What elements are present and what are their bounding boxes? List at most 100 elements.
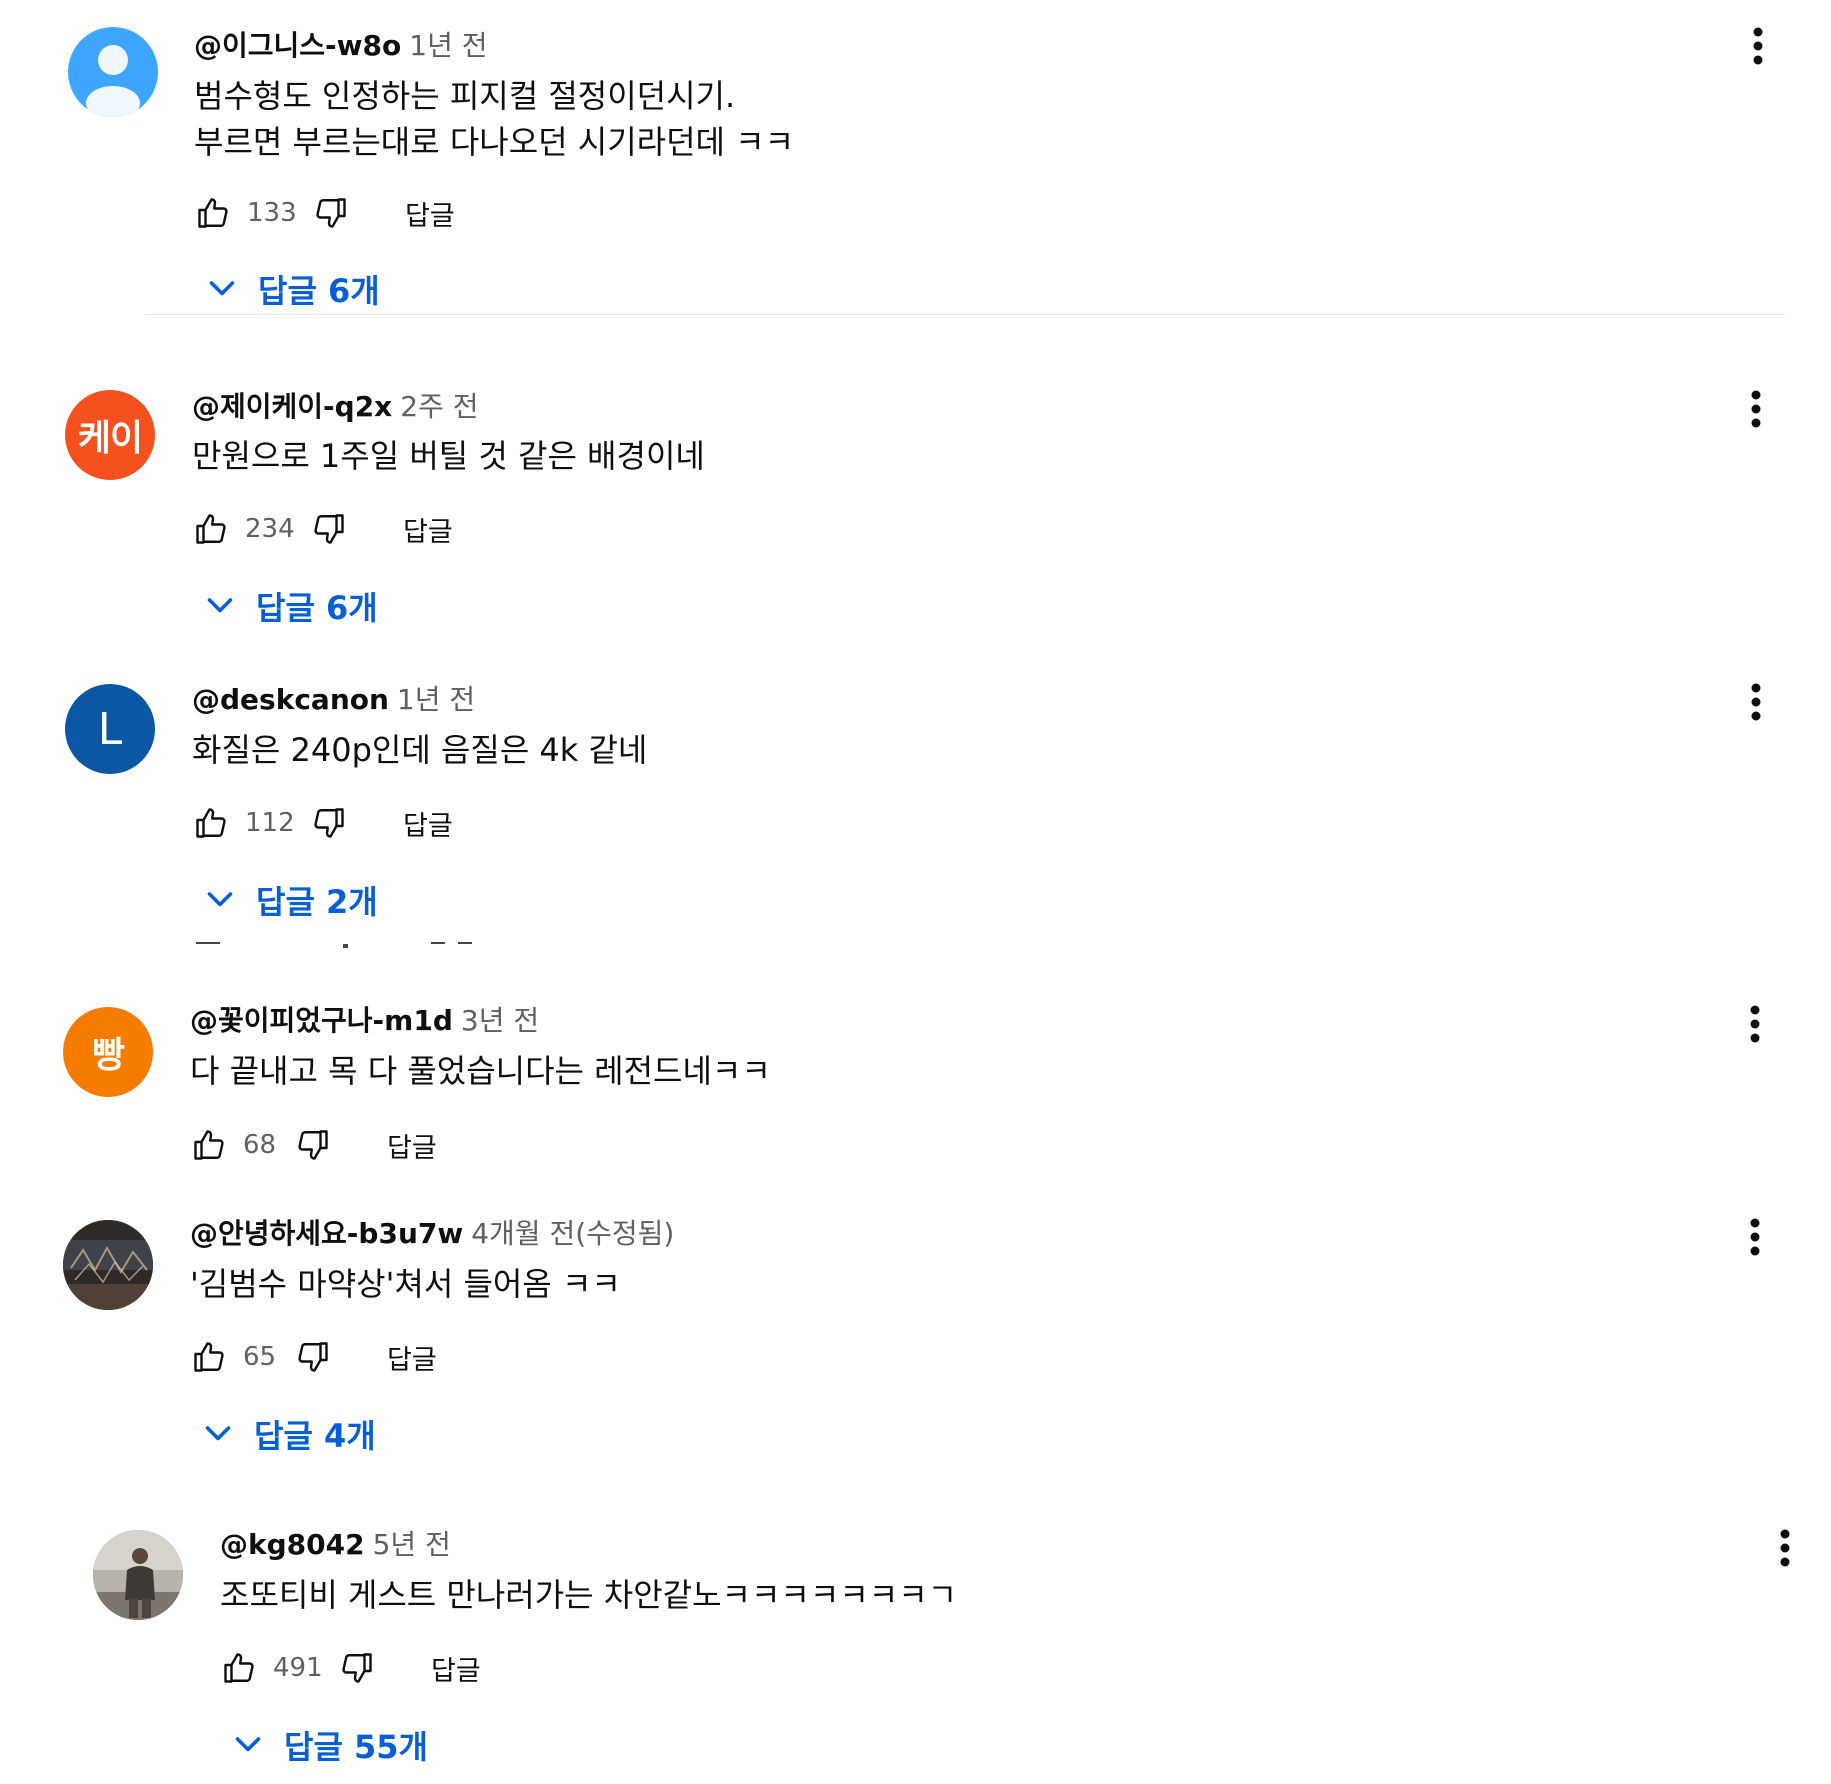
view-replies-button[interactable]: 답글 6개	[200, 267, 380, 311]
more-actions-button[interactable]	[1738, 21, 1778, 71]
chevron-down-icon	[198, 878, 242, 922]
thumbs-down-icon	[298, 1130, 328, 1160]
dislike-button[interactable]	[309, 803, 349, 843]
comment-author[interactable]: @꽃이피었구나-m1d	[190, 1004, 453, 1037]
dislike-button[interactable]	[309, 509, 349, 549]
avatar[interactable]	[68, 27, 158, 117]
thumbs-up-icon	[198, 198, 228, 228]
like-button[interactable]	[193, 193, 233, 233]
like-button[interactable]	[191, 509, 231, 549]
like-count: 65	[243, 1342, 277, 1372]
comment-header: @deskcanon 1년 전	[192, 683, 475, 717]
thumbs-down-icon	[316, 198, 346, 228]
more-actions-button[interactable]	[1765, 1523, 1805, 1573]
avatar-label: 빵	[91, 1035, 125, 1076]
comment-actions: 491 답글	[219, 1648, 481, 1688]
dislike-button[interactable]	[337, 1648, 377, 1688]
reply-button[interactable]: 답글	[387, 1126, 437, 1165]
comment-time[interactable]: 5년 전	[373, 1528, 451, 1561]
comment-line: 범수형도 인정하는 피지컬 절정이던시기.	[194, 77, 736, 115]
like-count: 491	[273, 1653, 323, 1683]
reply-button[interactable]: 답글	[405, 194, 455, 233]
comment-text: 화질은 240p인데 음질은 4k 같네	[192, 727, 647, 773]
avatar[interactable]: 케이	[65, 390, 155, 480]
more-vert-icon	[1750, 1005, 1760, 1043]
more-vert-icon	[1750, 1218, 1760, 1256]
comment-text: 범수형도 인정하는 피지컬 절정이던시기. 부르면 부르는대로 다나오던 시기라…	[194, 73, 794, 165]
like-button[interactable]	[189, 1337, 229, 1377]
view-replies-button[interactable]: 답글 55개	[226, 1723, 428, 1767]
avatar[interactable]	[63, 1220, 153, 1310]
comment-time[interactable]: 1년 전	[409, 29, 487, 62]
more-actions-button[interactable]	[1736, 677, 1776, 727]
comment-actions: 234 답글	[191, 509, 453, 549]
crop-artifact	[343, 944, 348, 948]
view-replies-button[interactable]: 답글 4개	[196, 1412, 376, 1456]
thumbs-down-icon	[298, 1342, 328, 1372]
like-button[interactable]	[219, 1648, 259, 1688]
comment-line: 부르면 부르는대로 다나오던 시기라던데 ㅋㅋ	[194, 123, 795, 161]
like-count: 234	[245, 514, 295, 544]
view-replies-label: 답글 4개	[254, 1417, 376, 1455]
comment-author[interactable]: @제이케이-q2x	[192, 390, 392, 423]
comment-actions: 112 답글	[191, 803, 453, 843]
comment-author[interactable]: @안녕하세요-b3u7w	[190, 1217, 463, 1250]
more-vert-icon	[1780, 1529, 1790, 1567]
like-count: 133	[247, 198, 297, 228]
more-actions-button[interactable]	[1735, 999, 1775, 1049]
divider	[145, 314, 1785, 315]
reply-button[interactable]: 답글	[431, 1649, 481, 1688]
comment-line: 화질은 240p인데 음질은 4k 같네	[192, 731, 648, 769]
comment-header: @kg8042 5년 전	[220, 1528, 451, 1562]
photo-avatar-image	[93, 1530, 183, 1620]
thumbs-up-icon	[194, 1342, 224, 1372]
comment-header: @안녕하세요-b3u7w 4개월 전(수정됨)	[190, 1217, 674, 1251]
like-button[interactable]	[189, 1125, 229, 1165]
reply-button[interactable]: 답글	[403, 804, 453, 843]
comment-header: @이그니스-w8o 1년 전	[194, 29, 488, 63]
like-button[interactable]	[191, 803, 231, 843]
thumbs-up-icon	[224, 1653, 254, 1683]
thumbs-up-icon	[196, 514, 226, 544]
photo-avatar-image	[63, 1220, 153, 1310]
comment-author[interactable]: @이그니스-w8o	[194, 29, 401, 62]
avatar[interactable]	[93, 1530, 183, 1620]
view-replies-label: 답글 6개	[258, 272, 380, 310]
chevron-down-icon	[226, 1723, 270, 1767]
comment-time[interactable]: 2주 전	[400, 390, 478, 423]
thumbs-up-icon	[196, 808, 226, 838]
comment-line: '김범수 마약상'쳐서 들어옴 ㅋㅋ	[190, 1265, 621, 1303]
comment-time[interactable]: 1년 전	[397, 683, 475, 716]
reply-button[interactable]: 답글	[387, 1338, 437, 1377]
thumbs-down-icon	[314, 808, 344, 838]
comment-author[interactable]: @deskcanon	[192, 683, 389, 716]
view-replies-label: 답글 2개	[256, 883, 378, 921]
reply-button[interactable]: 답글	[403, 510, 453, 549]
more-actions-button[interactable]	[1735, 1212, 1775, 1262]
avatar[interactable]: L	[65, 684, 155, 774]
avatar-label: 케이	[77, 418, 143, 459]
dislike-button[interactable]	[293, 1125, 333, 1165]
avatar[interactable]: 빵	[63, 1007, 153, 1097]
comment-header: @꽃이피었구나-m1d 3년 전	[190, 1004, 539, 1038]
comment-time[interactable]: 3년 전	[461, 1004, 539, 1037]
dislike-button[interactable]	[311, 193, 351, 233]
like-count: 112	[245, 808, 295, 838]
dislike-button[interactable]	[293, 1337, 333, 1377]
like-count: 68	[243, 1130, 277, 1160]
more-actions-button[interactable]	[1736, 384, 1776, 434]
crop-artifact	[431, 942, 445, 944]
view-replies-label: 답글 6개	[256, 589, 378, 627]
more-vert-icon	[1751, 683, 1761, 721]
view-replies-button[interactable]: 답글 6개	[198, 584, 378, 628]
more-vert-icon	[1753, 27, 1763, 65]
comment-time[interactable]: 4개월 전(수정됨)	[471, 1217, 674, 1250]
comment-author[interactable]: @kg8042	[220, 1528, 365, 1561]
chevron-down-icon	[196, 1412, 240, 1456]
thumbs-down-icon	[342, 1653, 372, 1683]
default-avatar-icon	[86, 45, 140, 117]
crop-artifact	[458, 942, 472, 944]
comment-actions: 133 답글	[193, 193, 455, 233]
view-replies-button[interactable]: 답글 2개	[198, 878, 378, 922]
comment-text: '김범수 마약상'쳐서 들어옴 ㅋㅋ	[190, 1261, 621, 1307]
